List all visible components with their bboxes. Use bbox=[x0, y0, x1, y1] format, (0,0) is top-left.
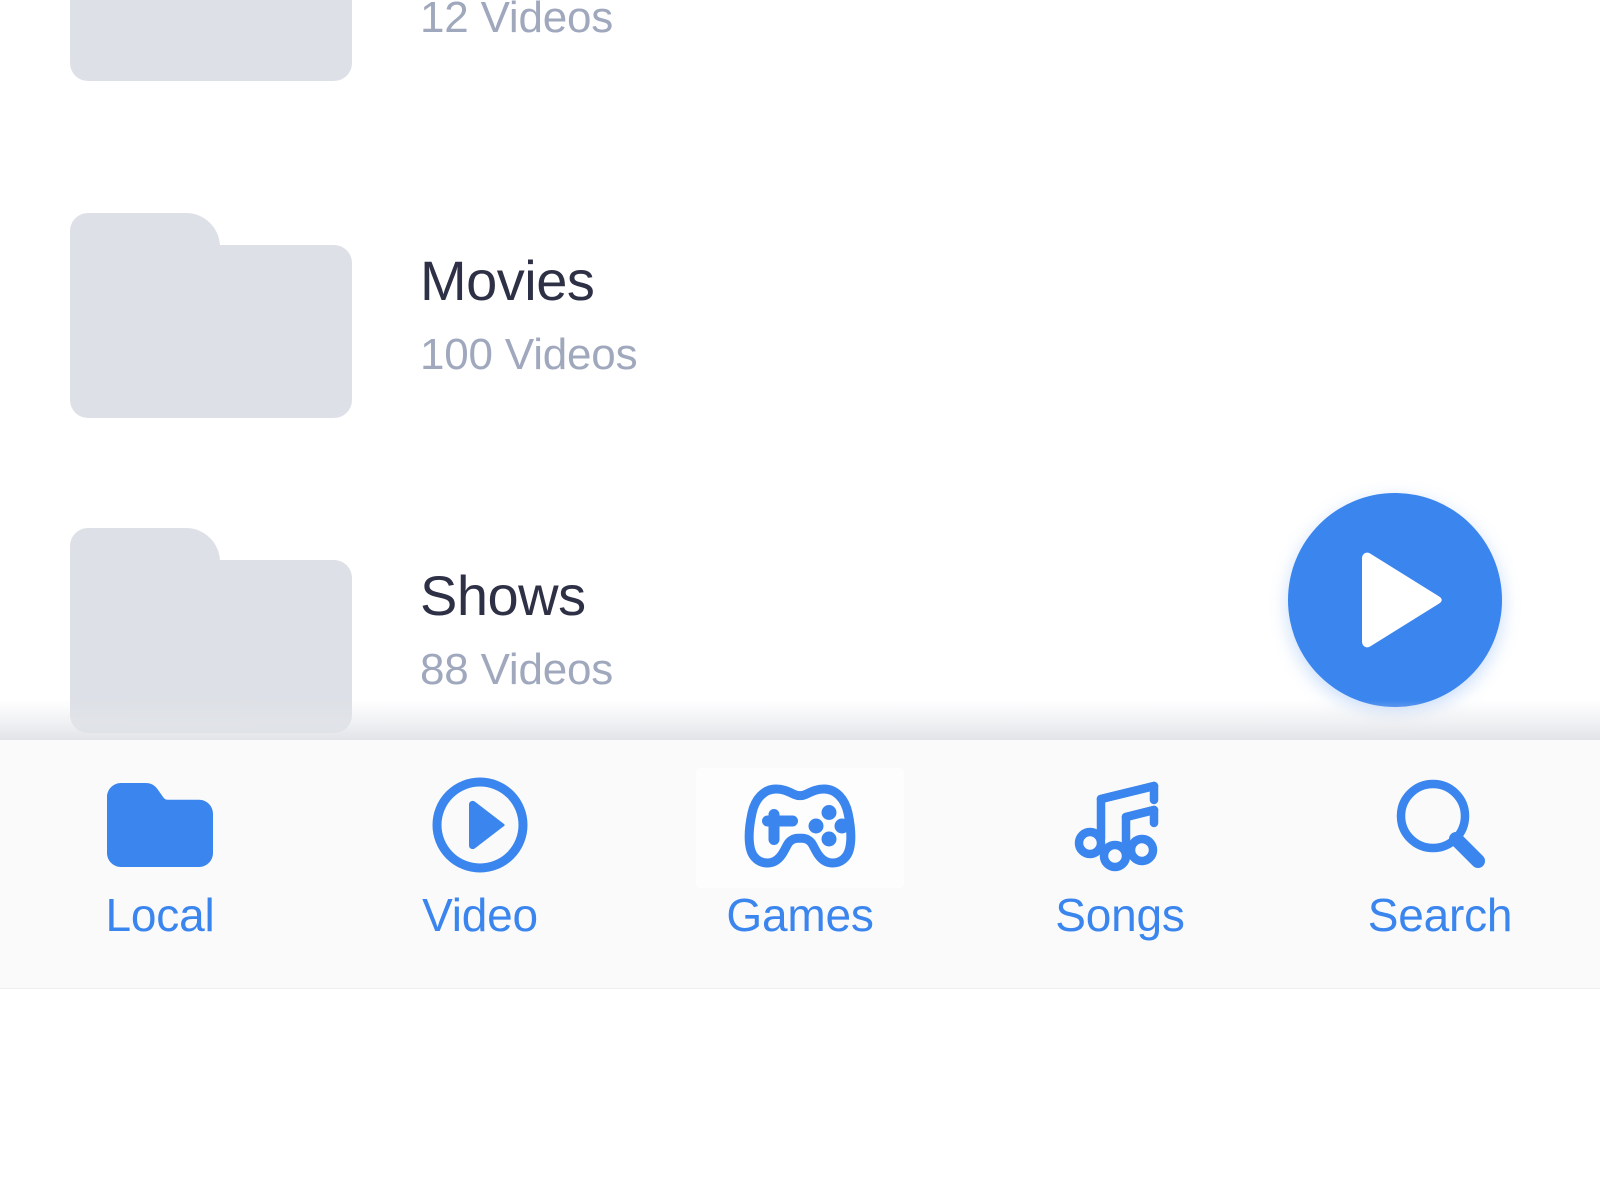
gamepad-icon bbox=[739, 780, 861, 870]
tab-label: Video bbox=[422, 889, 538, 941]
folder-meta: Shows 88 Videos bbox=[420, 563, 614, 695]
folder-list-item[interactable]: Movies 100 Videos bbox=[0, 165, 1600, 465]
folder-list-item[interactable]: Karan's Birthday Party 12 Videos bbox=[0, 0, 1600, 128]
folder-icon bbox=[70, 212, 352, 418]
folder-meta: Movies 100 Videos bbox=[420, 248, 638, 380]
tab-label: Search bbox=[1367, 889, 1513, 941]
folder-title: Shows bbox=[420, 563, 586, 627]
tab-songs[interactable]: Songs bbox=[960, 740, 1280, 988]
folder-video-count: 12 Videos bbox=[420, 0, 614, 43]
tab-video[interactable]: Video bbox=[320, 740, 640, 988]
folder-video-count: 100 Videos bbox=[420, 330, 638, 380]
folder-icon bbox=[99, 780, 221, 870]
tab-search[interactable]: Search bbox=[1280, 740, 1600, 988]
music-notes-icon bbox=[1068, 780, 1172, 872]
tab-label: Games bbox=[726, 889, 874, 941]
folder-meta: Karan's Birthday Party 12 Videos bbox=[420, 0, 964, 42]
tabbar-top-shadow bbox=[0, 700, 1600, 740]
play-circle-icon bbox=[428, 777, 532, 873]
tab-label: Local bbox=[105, 889, 215, 941]
search-icon bbox=[1388, 779, 1492, 870]
system-navigation-bar bbox=[0, 989, 1600, 1200]
tab-local[interactable]: Local bbox=[0, 740, 320, 988]
tab-label: Songs bbox=[1055, 889, 1185, 941]
play-fab-button[interactable] bbox=[1288, 493, 1502, 707]
bottom-tabbar: Local Video Games Songs Search bbox=[0, 740, 1600, 989]
tab-games[interactable]: Games bbox=[640, 740, 960, 988]
folder-video-count: 88 Videos bbox=[420, 645, 614, 695]
folder-icon bbox=[70, 0, 352, 81]
play-icon bbox=[1344, 550, 1446, 650]
folder-title: Movies bbox=[420, 248, 595, 312]
app-screen: Karan's Birthday Party 12 Videos Movies … bbox=[0, 0, 1600, 1200]
